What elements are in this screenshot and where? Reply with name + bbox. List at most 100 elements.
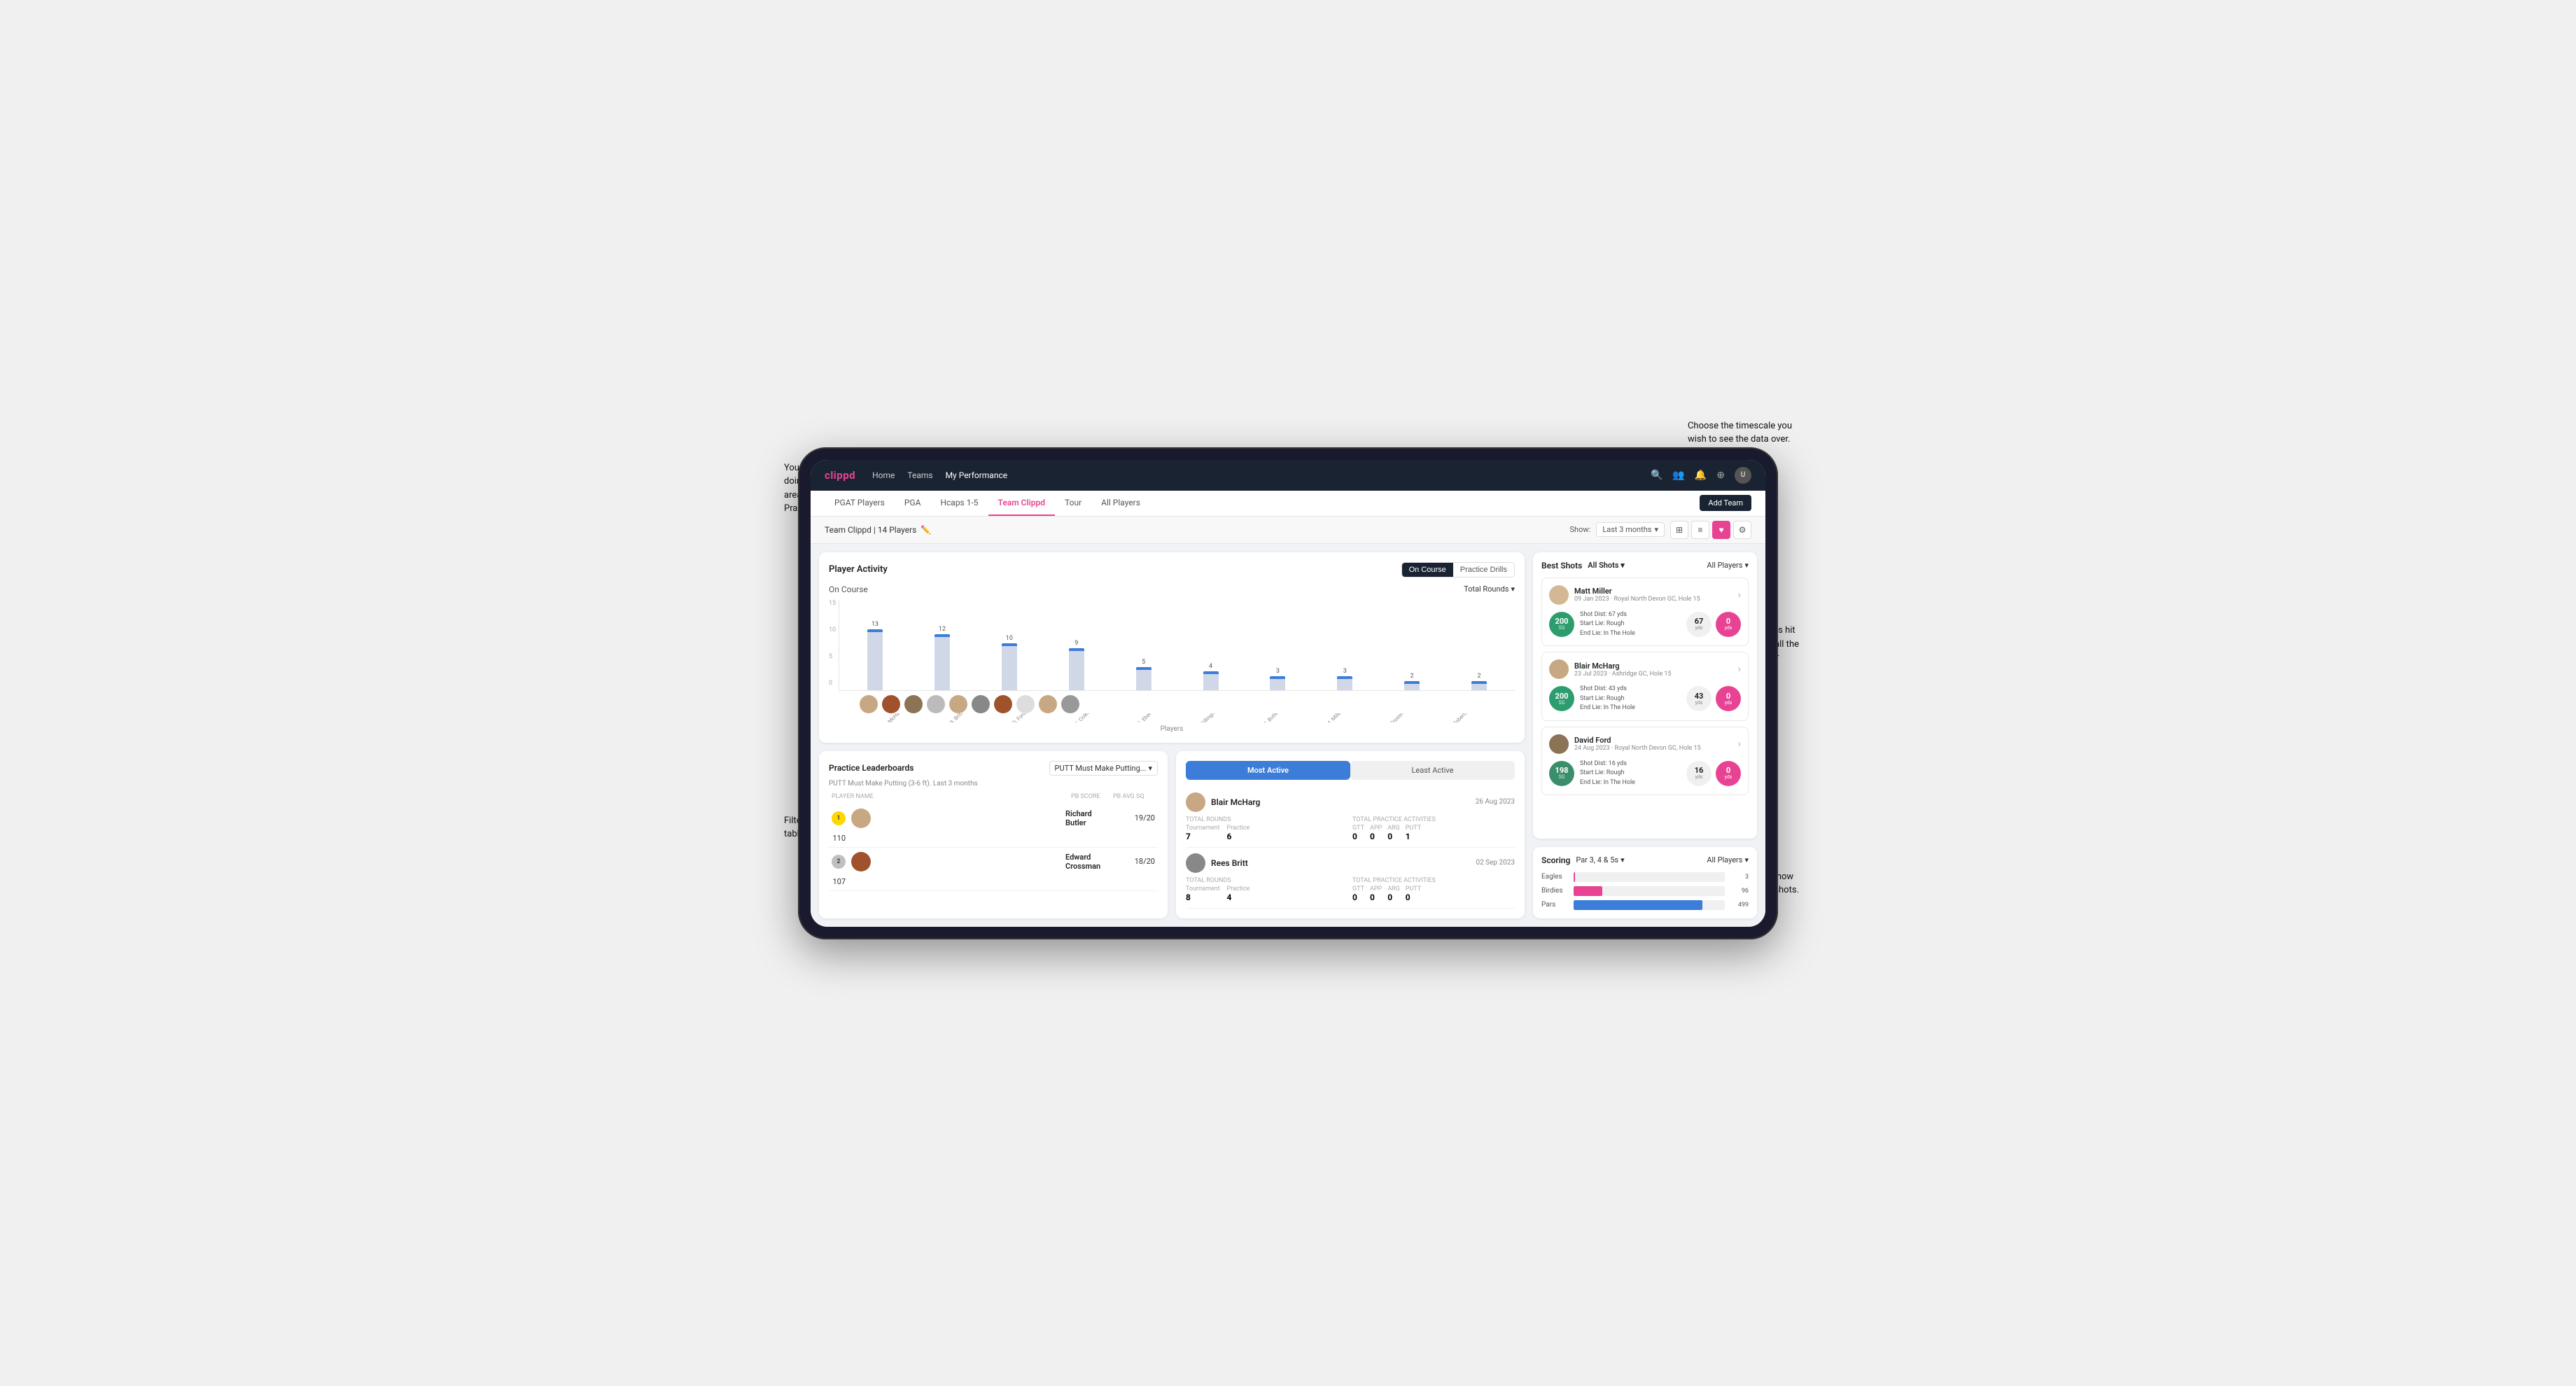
sub-nav-team-clippd[interactable]: Team Clippd (988, 491, 1055, 516)
sub-nav-hcaps[interactable]: Hcaps 1-5 (930, 491, 988, 516)
lb-row-edward-crossman: 2 Edward Crossman 18/20 107 (829, 848, 1158, 891)
shot-chevron-icon[interactable]: › (1738, 738, 1741, 750)
leaderboard-dropdown[interactable]: PUTT Must Make Putting... ▾ (1049, 761, 1158, 776)
scoring-track-pars (1574, 900, 1725, 910)
add-team-button[interactable]: Add Team (1700, 495, 1751, 511)
rees-name-row: Rees Britt 02 Sep 2023 (1186, 853, 1515, 873)
heart-view-btn[interactable]: ♥ (1712, 521, 1730, 539)
scoring-val-pars: 499 (1729, 902, 1749, 909)
shot-david-header: David Ford 24 Aug 2023 · Royal North Dev… (1549, 734, 1741, 754)
on-course-toggle-btn[interactable]: On Course (1402, 563, 1453, 577)
rees-gtt: GTT 0 (1352, 886, 1364, 902)
all-shots-filter[interactable]: All Shots ▾ (1588, 561, 1624, 570)
scoring-par-dropdown[interactable]: Par 3, 4 & 5s ▾ (1576, 855, 1624, 864)
all-players-label: All Players (1707, 561, 1742, 570)
show-bar: Show: Last 3 months ▾ ⊞ ≡ ♥ ⚙ (1570, 521, 1751, 539)
lb-avg-richard: 110 (832, 834, 846, 843)
bell-icon[interactable]: 🔔 (1695, 470, 1707, 481)
edit-icon[interactable]: ✏️ (920, 525, 931, 535)
search-icon[interactable]: 🔍 (1651, 470, 1662, 481)
bar-highlight (1270, 676, 1285, 679)
shot-matt-avatar (1549, 585, 1569, 605)
player-avatar-r-butler (994, 695, 1012, 713)
blair-practice: Practice 6 (1227, 825, 1250, 841)
shot-metrics-david: 16 yds 0 yds (1686, 761, 1741, 786)
player-activity-header: Player Activity On Course Practice Drill… (829, 562, 1515, 578)
scoring-fill-pars (1574, 900, 1702, 910)
people-icon[interactable]: 👥 (1672, 470, 1684, 481)
shot-desc-matt: Shot Dist: 67 yds Start Lie: Rough End L… (1580, 610, 1681, 639)
sub-nav-all-players[interactable]: All Players (1091, 491, 1150, 516)
blair-avatar (1186, 792, 1205, 812)
annotation-top-right: Choose the timescale youwish to see the … (1688, 419, 1792, 447)
list-view-btn[interactable]: ≡ (1691, 521, 1709, 539)
total-rounds-dropdown[interactable]: Total Rounds ▾ (1464, 584, 1515, 594)
shot-chevron-icon[interactable]: › (1738, 589, 1741, 601)
shot-david-details: 24 Aug 2023 · Royal North Devon GC, Hole… (1574, 745, 1701, 752)
timescale-dropdown[interactable]: Last 3 months ▾ (1596, 522, 1665, 537)
bar-highlight (1203, 671, 1219, 674)
lb-row-richard-butler: 1 Richard Butler 19/20 110 (829, 804, 1158, 848)
blair-tournament: Tournament 7 (1186, 825, 1220, 841)
bar-r-britt: 12 (911, 626, 974, 690)
lb-score-edward: 18/20 (1113, 857, 1155, 866)
nav-right: 🔍 👥 🔔 ⊕ U (1651, 467, 1751, 484)
chart-label-e-ebert: E. Ebert (1122, 713, 1168, 722)
shot-matt-header: Matt Miller 09 Jan 2023 · Royal North De… (1549, 585, 1741, 605)
player-avatar-j-coles (927, 695, 945, 713)
grid-view-btn[interactable]: ⊞ (1670, 521, 1688, 539)
team-header-bar: Team Clippd | 14 Players ✏️ Show: Last 3… (811, 517, 1765, 544)
bar-e-crossman: 2 (1380, 673, 1443, 690)
scoring-label-pars: Pars (1541, 901, 1569, 909)
bar-highlight (1136, 667, 1152, 670)
bar-highlight (1069, 648, 1084, 651)
most-active-card: Most Active Least Active Blair McHarg 26… (1176, 751, 1525, 918)
settings-view-btn[interactable]: ⚙ (1733, 521, 1751, 539)
nav-link-performance[interactable]: My Performance (946, 468, 1008, 482)
scoring-title: Scoring (1541, 855, 1570, 865)
rees-arg: ARG 0 (1387, 886, 1400, 902)
most-active-tab[interactable]: Most Active (1186, 761, 1350, 780)
user-avatar[interactable]: U (1735, 467, 1751, 484)
shot-david-ford: David Ford 24 Aug 2023 · Royal North Dev… (1541, 727, 1749, 796)
leaderboard-header: Practice Leaderboards PUTT Must Make Put… (829, 761, 1158, 776)
all-players-dropdown[interactable]: All Players ▾ (1707, 561, 1749, 570)
scoring-players-dropdown[interactable]: All Players ▾ (1707, 855, 1749, 864)
blair-pa-values: GTT 0 APP 0 (1352, 825, 1515, 841)
chart-container: 15 10 5 0 13 (829, 600, 1515, 722)
blair-arg: ARG 0 (1387, 825, 1400, 841)
rees-pa-values: GTT 0 APP 0 (1352, 886, 1515, 902)
shot-chevron-icon[interactable]: › (1738, 664, 1741, 675)
shot-matt-name: Matt Miller (1574, 587, 1700, 596)
y-axis: 15 10 5 0 (829, 600, 836, 698)
sub-nav-tour[interactable]: Tour (1055, 491, 1091, 516)
bar-highlight (867, 629, 883, 632)
sub-nav-pgat-players[interactable]: PGAT Players (825, 491, 895, 516)
course-practice-toggle: On Course Practice Drills (1401, 562, 1515, 578)
practice-drills-toggle-btn[interactable]: Practice Drills (1453, 563, 1514, 577)
rees-putt: PUTT 0 (1406, 886, 1421, 902)
scoring-card: Scoring Par 3, 4 & 5s ▾ All Players ▾ (1533, 847, 1757, 918)
shot-matt-info: Matt Miller 09 Jan 2023 · Royal North De… (1574, 587, 1700, 603)
nav-link-teams[interactable]: Teams (907, 468, 932, 482)
rees-practice: Practice 4 (1227, 886, 1250, 902)
blair-rounds-values: Tournament 7 Practice 6 (1186, 825, 1348, 841)
lb-col-player: PLAYER NAME (832, 793, 1071, 800)
sub-nav-pga[interactable]: PGA (895, 491, 931, 516)
least-active-tab[interactable]: Least Active (1350, 761, 1515, 780)
bar-m-miller: 3 (1313, 668, 1376, 690)
player-avatar-o-billingham (972, 695, 990, 713)
bar-b-mcharg: 13 (844, 621, 906, 690)
total-rounds-label: Total Rounds (1464, 584, 1508, 594)
nav-link-home[interactable]: Home (872, 468, 895, 482)
bars-container: 13 12 (839, 600, 1515, 691)
shot-blair-name: Blair McHarg (1574, 662, 1671, 671)
shot-david-info: David Ford 24 Aug 2023 · Royal North Dev… (1574, 736, 1701, 752)
rees-name: Rees Britt (1211, 858, 1470, 868)
chart-label-m-miller: M. Miller (1311, 713, 1357, 722)
plus-circle-icon[interactable]: ⊕ (1716, 470, 1725, 481)
leaderboard-subtitle: PUTT Must Make Putting (3-6 ft). Last 3 … (829, 780, 1158, 788)
shot-badge-david: 198 SG (1549, 761, 1574, 786)
player-avatar-d-ford (904, 695, 923, 713)
shot-matt-details-row: 200 SG Shot Dist: 67 yds Start Lie: Roug… (1549, 610, 1741, 639)
